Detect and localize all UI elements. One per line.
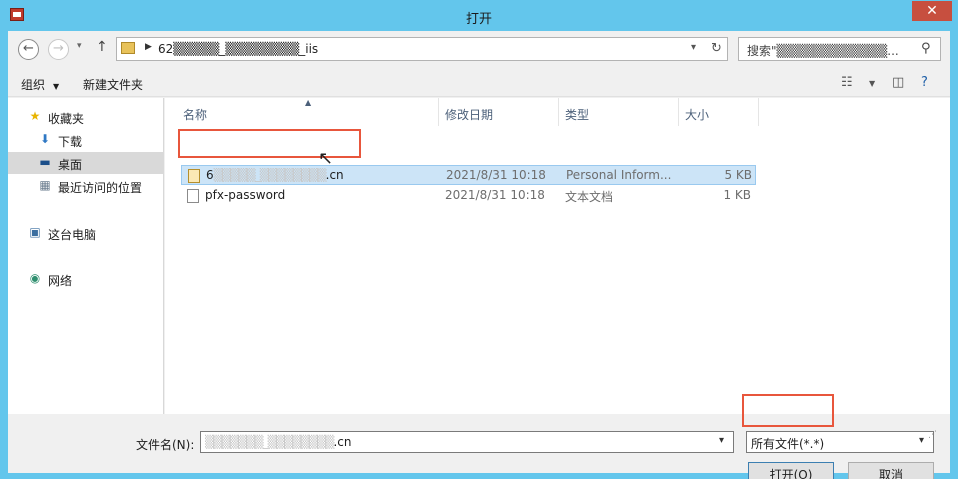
open-button[interactable]: 打开(O) (748, 462, 834, 479)
column-label: 类型 (565, 108, 590, 122)
column-header-name[interactable]: 名称 ▲ (165, 98, 439, 126)
sidebar-item-downloads[interactable]: ⬇ 下载 (8, 129, 164, 151)
caret-down-icon: ▼ (53, 82, 60, 91)
chevron-right-icon[interactable]: ▶ (145, 42, 152, 52)
file-size: 1 KB (723, 188, 751, 202)
up-folder-button[interactable]: ↑ (96, 39, 108, 55)
file-row-certificate[interactable]: 6▒▒▒▒▒_▒▒▒▒▒▒▒▒.cn 2021/8/31 10:18 Perso… (181, 165, 756, 185)
view-dropdown-icon[interactable]: ▼ (869, 79, 875, 88)
file-modified: 2021/8/31 10:18 (446, 168, 546, 182)
sidebar-item-network[interactable]: ◉ 网络 (8, 268, 164, 290)
sidebar-item-this-pc[interactable]: ▣ 这台电脑 (8, 222, 164, 244)
computer-icon: ▣ (29, 225, 41, 239)
file-row-password[interactable]: pfx-password 2021/8/31 10:18 文本文档 1 KB (181, 186, 756, 206)
sidebar-item-desktop[interactable]: ▬ 桌面 (8, 152, 164, 174)
file-modified: 2021/8/31 10:18 (445, 188, 545, 202)
network-icon: ◉ (29, 271, 41, 285)
window-title: 打开 (465, 12, 492, 27)
filename-label: 文件名(N): (136, 438, 195, 452)
filename-value[interactable]: ▒▒▒▒▒▒▒_▒▒▒▒▒▒▒▒.cn (205, 435, 351, 449)
desktop-icon: ▬ (39, 155, 51, 169)
cancel-button[interactable]: 取消 (848, 462, 934, 479)
new-folder-button[interactable]: 新建文件夹 (83, 76, 143, 93)
sidebar-item-recent-places[interactable]: ▦ 最近访问的位置 (8, 175, 164, 197)
view-options-icon[interactable]: ☷ (841, 75, 853, 90)
search-input[interactable]: 搜索"▒▒▒▒▒▒▒▒▒▒▒▒... (747, 42, 917, 59)
refresh-icon[interactable]: ↻ (711, 41, 722, 56)
highlight-selected-file (178, 129, 361, 158)
organize-menu[interactable]: 组织 ▼ (21, 76, 59, 93)
certificate-file-icon (188, 169, 200, 183)
search-icon[interactable]: ⚲ (921, 41, 931, 56)
filetype-select[interactable]: 所有文件(*.*) ▾ (746, 431, 934, 453)
recent-locations-dropdown[interactable]: ▾ (77, 41, 82, 51)
back-button[interactable]: ← (18, 39, 39, 60)
sidebar-item-label: 这台电脑 (48, 228, 97, 242)
title-bar: 打开 ✕ (0, 0, 958, 31)
resize-grip-icon[interactable]: ⋰ (928, 430, 937, 440)
address-path[interactable]: 62▒▒▒▒▒_▒▒▒▒▒▒▒▒_iis (158, 42, 318, 56)
sidebar-item-label: 最近访问的位置 (58, 181, 143, 195)
column-header-size[interactable]: 大小 (679, 98, 759, 126)
folder-icon (121, 42, 135, 54)
sidebar-item-label: 下载 (58, 135, 83, 149)
column-header-type[interactable]: 类型 (559, 98, 679, 126)
file-type: 文本文档 (565, 190, 614, 204)
help-icon[interactable]: ? (921, 75, 928, 90)
mouse-cursor-icon: ↖ (318, 148, 334, 169)
sort-ascending-icon: ▲ (305, 98, 312, 107)
sidebar-item-favorites[interactable]: ★ 收藏夹 (8, 106, 164, 128)
address-dropdown-icon[interactable]: ▾ (691, 42, 696, 53)
command-toolbar: 组织 ▼ 新建文件夹 ☷ ▼ ◫ ? (8, 67, 950, 97)
column-label: 修改日期 (445, 108, 494, 122)
file-name: 6▒▒▒▒▒_▒▒▒▒▒▒▒▒.cn (206, 168, 344, 182)
filetype-value: 所有文件(*.*) (751, 437, 825, 451)
highlight-filetype (742, 394, 834, 427)
recent-places-icon: ▦ (39, 178, 51, 192)
filetype-dropdown-icon[interactable]: ▾ (919, 435, 924, 446)
filename-field[interactable]: ▒▒▒▒▒▒▒_▒▒▒▒▒▒▒▒.cn ▾ (200, 431, 734, 453)
forward-button[interactable]: → (48, 39, 69, 60)
sidebar-item-label: 网络 (48, 274, 73, 288)
close-button[interactable]: ✕ (912, 1, 952, 21)
preview-pane-icon[interactable]: ◫ (892, 75, 904, 90)
search-box[interactable]: 搜索"▒▒▒▒▒▒▒▒▒▒▒▒... ⚲ (738, 37, 941, 61)
column-label: 大小 (685, 108, 710, 122)
star-icon: ★ (29, 109, 41, 123)
column-label: 名称 (183, 108, 208, 122)
organize-label: 组织 (21, 78, 46, 92)
sidebar-item-label: 收藏夹 (48, 112, 85, 126)
address-bar[interactable]: ▶ 62▒▒▒▒▒_▒▒▒▒▒▒▒▒_iis ▾ ↻ (116, 37, 728, 61)
filename-dropdown-icon[interactable]: ▾ (719, 435, 724, 446)
download-folder-icon: ⬇ (39, 132, 51, 146)
column-header-modified[interactable]: 修改日期 (439, 98, 559, 126)
file-type: Personal Inform... (566, 168, 672, 182)
text-file-icon (187, 189, 199, 203)
navigation-pane: ★ 收藏夹 ⬇ 下载 ▬ 桌面 ▦ 最近访问的位置 ▣ 这台电脑 ◉ 网络 (8, 98, 164, 414)
file-size: 5 KB (724, 168, 752, 182)
sidebar-item-label: 桌面 (58, 158, 83, 172)
navigation-bar: ← → ▾ ↑ ▶ 62▒▒▒▒▒_▒▒▒▒▒▒▒▒_iis ▾ ↻ 搜索"▒▒… (8, 31, 950, 67)
open-file-dialog: 打开 ✕ ← → ▾ ↑ ▶ 62▒▒▒▒▒_▒▒▒▒▒▒▒▒_iis ▾ ↻ … (0, 0, 958, 479)
file-name: pfx-password (205, 188, 286, 202)
